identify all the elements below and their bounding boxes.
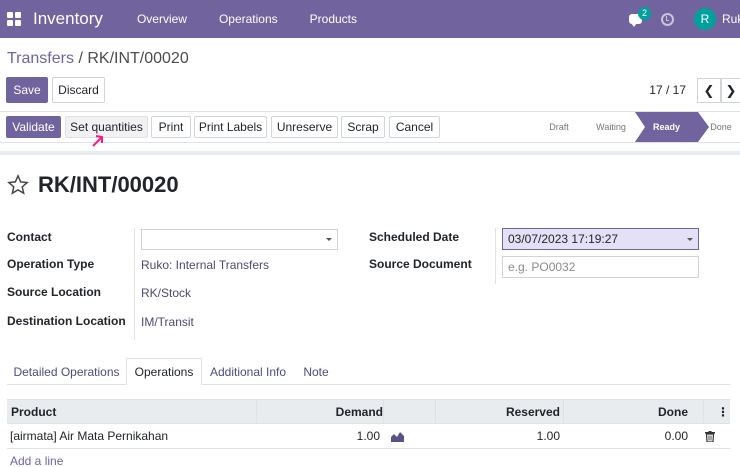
breadcrumb-current: RK/INT/00020 — [87, 50, 189, 67]
unreserve-button[interactable]: Unreserve — [271, 116, 338, 138]
destination-location-label: Destination Location — [7, 314, 126, 328]
column-separator — [563, 400, 564, 423]
left-group-divider — [134, 228, 135, 340]
contact-select[interactable] — [141, 229, 338, 250]
menu-products[interactable]: Products — [310, 12, 357, 26]
column-separator — [703, 400, 704, 423]
scheduled-date-value: 03/07/2023 17:19:27 — [508, 232, 619, 246]
row-product[interactable]: [airmata] Air Mata Pernikahan — [10, 424, 250, 448]
column-product[interactable]: Product — [11, 400, 251, 423]
breadcrumb-transfers-link[interactable]: Transfers — [7, 50, 74, 67]
app-name[interactable]: Inventory — [33, 9, 103, 29]
tab-detailed-operations[interactable]: Detailed Operations — [7, 358, 126, 385]
scrap-button[interactable]: Scrap — [341, 116, 385, 138]
status-draft: Draft — [549, 122, 569, 132]
status-waiting: Waiting — [596, 122, 626, 132]
column-demand[interactable]: Demand — [257, 400, 383, 423]
chevron-left-icon: ❮ — [703, 82, 715, 98]
row-done[interactable]: 0.00 — [565, 424, 688, 448]
scheduled-date-label: Scheduled Date — [369, 230, 460, 244]
user-avatar[interactable]: R — [694, 8, 716, 30]
record-title: RK/INT/00020 — [38, 172, 179, 197]
status-done: Done — [710, 122, 732, 132]
annotation-arrow-icon — [92, 135, 103, 147]
tab-additional-info[interactable]: Additional Info — [204, 358, 292, 385]
column-separator — [435, 400, 436, 423]
breadcrumb: Transfers / RK/INT/00020 — [7, 50, 189, 68]
menu-overview[interactable]: Overview — [137, 12, 187, 26]
operations-table-header: Product Demand Reserved Done ⋮ — [7, 399, 730, 424]
column-done[interactable]: Done — [565, 400, 688, 423]
row-reserved: 1.00 — [536, 429, 560, 443]
menu-operations[interactable]: Operations — [219, 12, 278, 26]
forecast-chart-icon[interactable] — [391, 431, 404, 442]
destination-location-value[interactable]: IM/Transit — [141, 315, 194, 329]
tab-operations[interactable]: Operations — [126, 358, 202, 385]
chevron-down-icon — [326, 238, 332, 241]
activity-clock-icon[interactable] — [661, 12, 674, 26]
tab-note[interactable]: Note — [294, 358, 338, 385]
column-separator — [383, 400, 384, 423]
print-labels-button[interactable]: Print Labels — [194, 116, 267, 138]
statusbar: Validate Set quantities Print Print Labe… — [0, 111, 740, 143]
source-location-label: Source Location — [7, 285, 102, 299]
source-document-label: Source Document — [369, 257, 472, 271]
operation-type-label: Operation Type — [7, 257, 95, 271]
print-button[interactable]: Print — [151, 116, 191, 138]
sheet-divider — [0, 151, 740, 155]
add-a-line-link[interactable]: Add a line — [10, 454, 63, 467]
right-group-divider — [495, 228, 496, 284]
chat-count-badge: 2 — [638, 7, 652, 20]
source-document-input[interactable]: e.g. PO0032 — [502, 256, 699, 278]
status-waiting-arrow — [635, 112, 645, 142]
favorite-star-icon[interactable] — [7, 174, 29, 196]
table-row[interactable]: [airmata] Air Mata Pernikahan 1.00 1.00 … — [7, 424, 730, 449]
discard-button[interactable]: Discard — [52, 77, 105, 103]
save-button[interactable]: Save — [6, 77, 48, 103]
optional-columns-icon[interactable]: ⋮ — [717, 400, 729, 423]
user-name[interactable]: Ruko — [722, 12, 740, 26]
messaging-button[interactable]: 2 — [627, 7, 652, 29]
set-quantities-button[interactable]: Set quantities — [65, 116, 148, 138]
cancel-button[interactable]: Cancel — [389, 116, 440, 138]
scheduled-date-input[interactable]: 03/07/2023 17:19:27 — [502, 228, 699, 250]
source-document-placeholder: e.g. PO0032 — [508, 260, 576, 274]
chevron-right-icon: ❯ — [725, 82, 737, 98]
operation-type-value[interactable]: Ruko: Internal Transfers — [141, 258, 269, 272]
contact-label: Contact — [7, 230, 52, 244]
apps-menu-icon[interactable] — [7, 12, 21, 26]
top-navbar: Inventory Overview Operations Products 2… — [0, 0, 740, 38]
pager-next-button[interactable]: ❯ — [721, 78, 740, 103]
source-location-value[interactable]: RK/Stock — [141, 286, 191, 300]
validate-button[interactable]: Validate — [6, 116, 61, 138]
pager-previous-button[interactable]: ❮ — [697, 78, 721, 103]
column-reserved[interactable]: Reserved — [437, 400, 560, 423]
row-demand: 1.00 — [356, 429, 380, 443]
trash-icon[interactable] — [705, 431, 715, 442]
chevron-down-icon — [687, 238, 693, 241]
breadcrumb-separator: / — [78, 50, 83, 67]
pager-value[interactable]: 17 / 17 — [649, 83, 686, 97]
